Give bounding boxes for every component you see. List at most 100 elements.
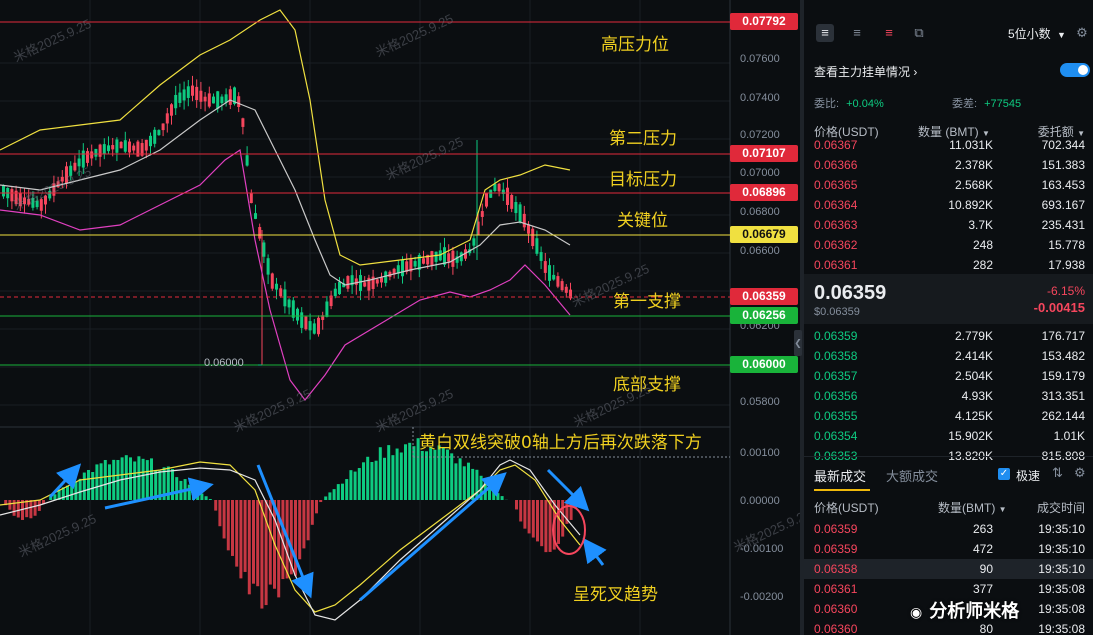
macd-bar <box>243 500 247 572</box>
candle-body <box>283 289 287 307</box>
qty-cell: 2.568K <box>954 178 993 192</box>
macd-bar <box>349 470 353 500</box>
view-orderbook-link[interactable]: 查看主力挂单情况 › <box>814 63 917 80</box>
settings-icon[interactable]: ⚙ <box>1073 24 1091 42</box>
level-label: 第一支撑 <box>613 292 681 312</box>
trade-row[interactable]: 0.06358 90 19:35:10 <box>804 559 1093 579</box>
macd-bar <box>391 455 395 500</box>
fast-checkbox[interactable]: ✓ <box>998 468 1010 480</box>
trades-tabs: 最新成交 大额成交 ✓ 极速 ⇅ ⚙ <box>804 456 1093 496</box>
price-cell: 0.06360 <box>814 602 858 616</box>
ask-row[interactable]: 0.06365 2.568K 163.453 <box>814 175 1085 195</box>
layout-bids-icon[interactable]: ≡ <box>848 24 866 42</box>
bid-row[interactable]: 0.06356 4.93K 313.351 <box>814 386 1085 406</box>
toggle-switch[interactable] <box>1060 63 1090 77</box>
macd-bar <box>66 485 69 500</box>
brand-watermark: ◉ 分析师米格 <box>910 597 1019 623</box>
time-cell: 19:35:10 <box>1038 562 1085 576</box>
candle-body <box>443 247 446 265</box>
layout-both-icon[interactable]: ≡ <box>816 24 834 42</box>
macd-bar <box>531 500 535 538</box>
ask-row[interactable]: 0.06363 3.7K 235.431 <box>814 215 1085 235</box>
macd-bar <box>214 500 218 511</box>
last-price: 0.06359 <box>814 282 887 304</box>
macd-bar <box>496 493 500 500</box>
candle-body <box>115 139 119 153</box>
trade-row[interactable]: 0.06361 377 19:35:08 <box>814 579 1085 599</box>
time-cell: 19:35:08 <box>1038 622 1085 635</box>
ask-row[interactable]: 0.06367 11.031K 702.344 <box>814 135 1085 155</box>
time-cell: 19:35:08 <box>1038 582 1085 596</box>
candle-body <box>506 187 509 205</box>
macd-bar <box>408 442 412 500</box>
bid-row[interactable]: 0.06354 15.902K 1.01K <box>814 426 1085 446</box>
bid-row[interactable]: 0.06359 2.779K 176.717 <box>814 326 1085 346</box>
candle-body <box>279 288 283 297</box>
resize-handle[interactable]: ❮ <box>794 330 802 356</box>
popout-icon[interactable]: ⧉ <box>910 24 928 42</box>
macd-bar <box>95 464 99 500</box>
tab-latest-trades[interactable]: 最新成交 <box>814 466 870 491</box>
candle-body <box>111 145 115 150</box>
change-pct: -6.15% <box>1046 284 1085 298</box>
macd-bar <box>208 499 212 500</box>
ask-row[interactable]: 0.06361 282 17.938 <box>814 255 1085 275</box>
macd-bar <box>336 484 340 500</box>
trade-row[interactable]: 0.06359 472 19:35:10 <box>814 539 1085 559</box>
macd-bar <box>264 500 268 606</box>
price-chart[interactable]: 0.07600 0.07400 0.07200 0.07000 0.06800 … <box>0 0 814 635</box>
ask-row[interactable]: 0.06364 10.892K 693.167 <box>814 195 1085 215</box>
layout-asks-icon[interactable]: ≡ <box>880 24 898 42</box>
bid-row[interactable]: 0.06357 2.504K 159.179 <box>814 366 1085 386</box>
macd-bar <box>362 462 365 500</box>
macd-bar <box>145 460 149 500</box>
chevron-down-icon: ▼ <box>1057 30 1066 40</box>
candle-body <box>228 89 232 105</box>
level-label: 高压力位 <box>601 35 669 55</box>
total-cell: 313.351 <box>1041 389 1085 403</box>
tab-large-trades[interactable]: 大额成交 <box>886 466 938 485</box>
trade-header-qty[interactable]: 数量(BMT) ▼ <box>938 499 1007 516</box>
qty-cell: 263 <box>972 522 993 536</box>
last-price-block: 0.06359 $0.06359 -6.15% -0.00415 <box>804 274 1093 324</box>
bid-row[interactable]: 0.06355 4.125K 262.144 <box>814 406 1085 426</box>
candle-body <box>149 135 152 147</box>
precision-select[interactable]: 5位小数 ▼ <box>1008 25 1066 42</box>
macd-bar <box>324 496 328 500</box>
macd-bar <box>218 500 222 527</box>
candle-body <box>182 89 186 101</box>
macd-bar <box>462 466 466 500</box>
settings-icon[interactable]: ⚙ <box>1074 465 1086 481</box>
trade-row[interactable]: 0.06359 263 19:35:10 <box>814 519 1085 539</box>
candle-body <box>300 312 304 328</box>
trade-header-time: 成交时间 <box>1036 501 1085 515</box>
price-cell: 0.06366 <box>814 158 858 172</box>
macd-bar <box>78 478 82 500</box>
macd-bar <box>412 446 416 500</box>
chevron-down-icon: ▼ <box>998 505 1007 514</box>
filter-icon[interactable]: ⇅ <box>1052 465 1063 481</box>
macd-bar <box>345 479 349 500</box>
macd-bar <box>310 500 314 525</box>
macd-bar <box>404 444 407 500</box>
candle-body <box>560 281 564 291</box>
candle-body <box>94 148 98 157</box>
chart-canvas[interactable] <box>0 0 800 635</box>
macd-bar <box>515 500 518 510</box>
ask-row[interactable]: 0.06366 2.378K 151.383 <box>814 155 1085 175</box>
trend-arrow <box>546 468 590 512</box>
macd-bar <box>519 500 523 522</box>
ask-row[interactable]: 0.06362 248 15.778 <box>814 235 1085 255</box>
qty-cell: 472 <box>972 542 993 556</box>
bid-row[interactable]: 0.06358 2.414K 153.482 <box>814 346 1085 366</box>
candle-body <box>514 201 518 214</box>
candle-body <box>480 211 484 217</box>
macd-bar <box>319 500 323 503</box>
macd-bar <box>112 459 116 500</box>
macd-bar <box>540 500 544 547</box>
candle-body <box>333 288 337 297</box>
macd-bar <box>383 457 386 500</box>
candle-body <box>527 224 530 234</box>
candle-body <box>359 275 362 291</box>
candle-body <box>123 140 127 152</box>
